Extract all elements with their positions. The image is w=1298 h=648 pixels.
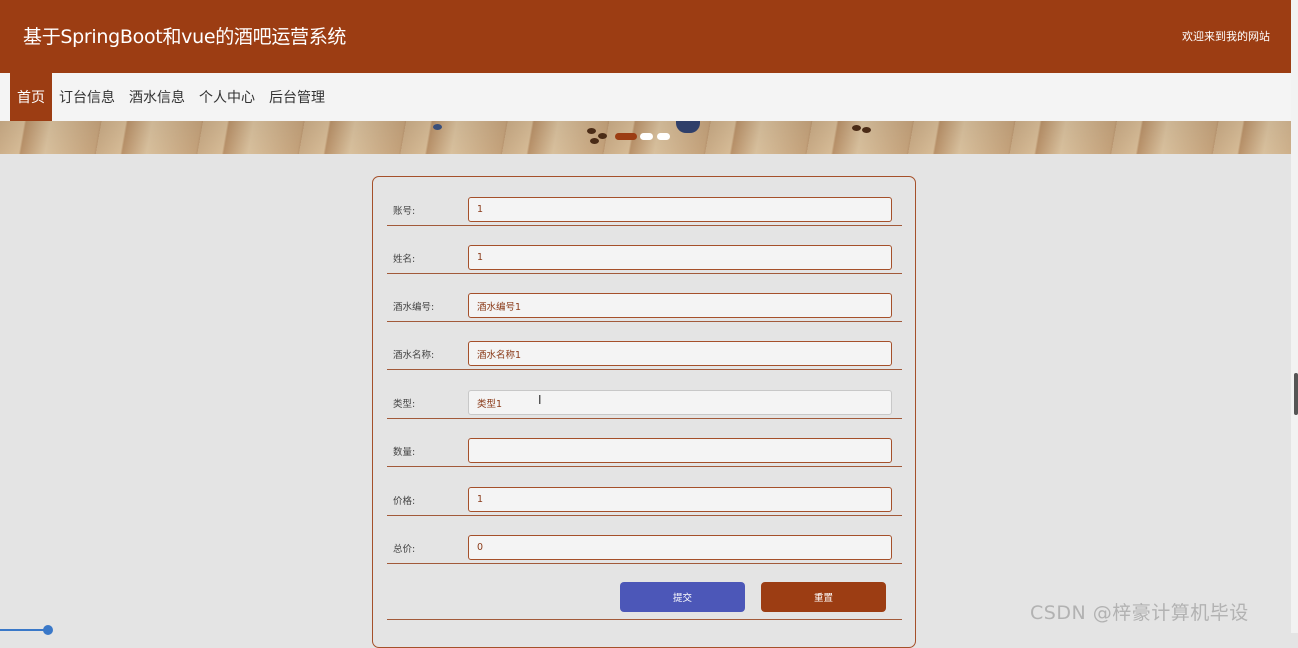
price-label: 价格: [393,496,416,507]
welcome-text: 欢迎来到我的网站 [1182,30,1270,43]
order-form: 账号: 姓名: 酒水编号: 酒水名称: 类型: 数量: 价格: 总价: 提交 重… [372,176,916,648]
total-label: 总价: [393,544,416,555]
form-row-quantity: 数量: [387,418,902,467]
price-field[interactable] [468,487,892,512]
main-nav: 首页 订台信息 酒水信息 个人中心 后台管理 [0,73,1291,121]
scrollbar-thumb[interactable] [1294,373,1298,415]
progress-knob[interactable] [43,625,53,635]
cup-decoration [676,121,700,133]
form-row-drink-name: 酒水名称: [387,321,902,370]
form-row-drink-code: 酒水编号: [387,273,902,322]
nav-item-personal-center[interactable]: 个人中心 [192,73,262,121]
form-row-type: 类型: [387,370,902,419]
quantity-label: 数量: [393,447,416,458]
coffee-bean-decoration [433,124,442,130]
drink-name-field[interactable] [468,341,892,366]
carousel-indicator-active[interactable] [615,133,637,140]
drink-name-label: 酒水名称: [393,350,435,361]
divider [387,619,902,620]
name-field[interactable] [468,245,892,270]
account-label: 账号: [393,206,416,217]
nav-item-admin[interactable]: 后台管理 [262,73,332,121]
text-cursor-icon: I [538,393,542,407]
nav-item-home[interactable]: 首页 [10,73,52,121]
site-title: 基于SpringBoot和vue的酒吧运营系统 [23,26,347,48]
drink-code-field[interactable] [468,293,892,318]
site-header: 基于SpringBoot和vue的酒吧运营系统 欢迎来到我的网站 [0,0,1291,73]
form-row-price: 价格: [387,467,902,516]
coffee-bean-decoration [598,133,607,139]
quantity-field[interactable] [468,438,892,463]
watermark: CSDN @梓豪计算机毕设 [1030,602,1249,624]
total-field[interactable] [468,535,892,560]
nav-item-table-booking[interactable]: 订台信息 [52,73,122,121]
coffee-bean-decoration [862,127,871,133]
progress-line [0,629,48,631]
form-row-total: 总价: [387,515,902,564]
coffee-bean-decoration [852,125,861,131]
form-row-account: 账号: [387,177,902,226]
name-label: 姓名: [393,254,416,265]
scrollbar[interactable] [1291,0,1298,633]
nav-item-drinks[interactable]: 酒水信息 [122,73,192,121]
drink-code-label: 酒水编号: [393,302,435,313]
type-label: 类型: [393,399,416,410]
coffee-bean-decoration [587,128,596,134]
form-row-name: 姓名: [387,225,902,274]
coffee-bean-decoration [590,138,599,144]
type-field[interactable] [468,390,892,415]
carousel-indicator[interactable] [657,133,670,140]
account-field[interactable] [468,197,892,222]
carousel-indicator[interactable] [640,133,653,140]
reset-button[interactable]: 重置 [761,582,886,612]
submit-button[interactable]: 提交 [620,582,745,612]
